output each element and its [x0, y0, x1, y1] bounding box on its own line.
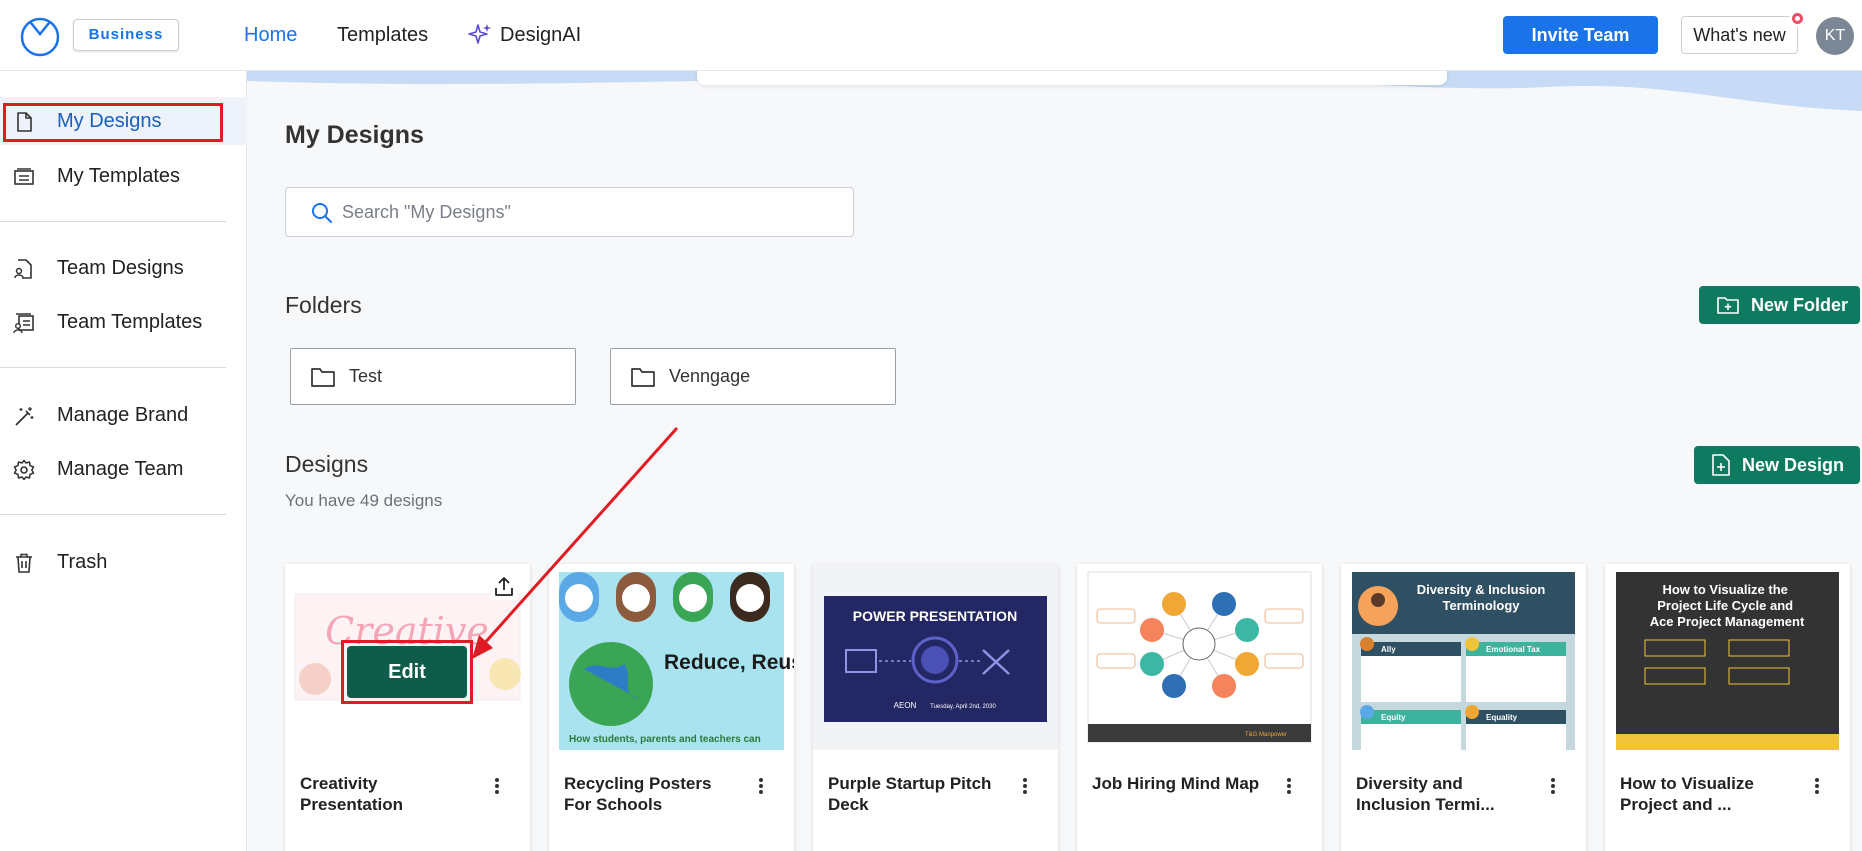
design-card[interactable]: Reduce, Reuse, Recycle! How students, pa…	[549, 564, 794, 851]
folders-heading: Folders	[285, 292, 362, 318]
sidebar-divider	[0, 221, 226, 222]
nav-home[interactable]: Home	[244, 22, 297, 48]
diversity-thumbnail-art: Diversity & Inclusion Terminology Ally Em…	[1352, 572, 1575, 750]
more-options-icon[interactable]	[1020, 777, 1030, 797]
more-options-icon[interactable]	[1284, 777, 1294, 797]
sidebar: My Designs My Templates Team Designs Tea…	[0, 71, 247, 851]
more-options-icon[interactable]	[1812, 777, 1822, 797]
invite-team-button[interactable]: Invite Team	[1503, 16, 1658, 54]
new-design-label: New Design	[1742, 454, 1845, 475]
design-title[interactable]: Recycling Posters For Schools	[564, 773, 734, 815]
more-options-icon[interactable]	[1548, 777, 1558, 797]
file-plus-icon	[1712, 454, 1730, 476]
design-thumbnail[interactable]: T&G Manpower	[1077, 564, 1322, 750]
nav-designai-label: DesignAI	[500, 24, 582, 46]
sidebar-item-label: Trash	[57, 550, 108, 573]
project-thumbnail-art: How to Visualize the Project Life Cycle …	[1616, 572, 1839, 750]
search-input[interactable]	[342, 197, 832, 227]
thumb-diversity-term: Ally	[1381, 645, 1396, 654]
designs-count: You have 49 designs	[285, 491, 443, 510]
more-options-icon[interactable]	[756, 777, 766, 797]
design-title[interactable]: Purple Startup Pitch Deck	[828, 773, 998, 815]
folder-item[interactable]: Venngage	[610, 348, 896, 405]
design-title[interactable]: How to Visualize Project and ...	[1620, 773, 1790, 815]
more-options-icon[interactable]	[492, 777, 502, 797]
thumb-recycle-text: Reduce, Reuse, Recycle!	[664, 651, 794, 674]
notification-dot-icon	[1789, 10, 1806, 27]
template-icon	[14, 168, 34, 185]
folder-plus-icon	[1717, 297, 1739, 314]
folder-name: Venngage	[669, 366, 751, 386]
banner-card	[697, 71, 1447, 85]
plan-badge: Business	[73, 19, 179, 51]
thumb-diversity-term: Emotional Tax	[1486, 645, 1541, 654]
sidebar-item-label: Team Designs	[57, 256, 184, 279]
design-thumbnail[interactable]: How to Visualize the Project Life Cycle …	[1605, 564, 1850, 750]
thumb-diversity-term: Equity	[1381, 713, 1406, 722]
design-card[interactable]: Creative Edit Creativity Presentation	[285, 564, 530, 851]
thumb-diversity-term: Equality	[1486, 713, 1518, 722]
app-logo-icon[interactable]	[18, 14, 62, 58]
design-thumbnail[interactable]: Diversity & Inclusion Terminology Ally Em…	[1341, 564, 1586, 750]
folder-name: Test	[349, 366, 383, 386]
folder-icon	[631, 367, 655, 387]
export-icon[interactable]	[491, 574, 517, 600]
thumb-project-heading: How to Visualize the Project Life Cycle …	[1650, 582, 1805, 629]
sidebar-item-label: Manage Team	[57, 457, 184, 480]
design-card[interactable]: Diversity & Inclusion Terminology Ally Em…	[1341, 564, 1586, 851]
thumb-pitch-footer: AEON	[894, 701, 917, 710]
sidebar-item-team-designs[interactable]: Team Designs	[0, 244, 247, 292]
gear-icon	[13, 459, 35, 481]
design-thumbnail[interactable]: Creative Edit	[285, 564, 530, 750]
sidebar-item-my-templates[interactable]: My Templates	[0, 152, 247, 200]
folder-item[interactable]: Test	[290, 348, 576, 405]
nav-designai[interactable]: DesignAI	[468, 22, 581, 48]
sidebar-item-manage-brand[interactable]: Manage Brand	[0, 391, 247, 439]
design-title[interactable]: Job Hiring Mind Map	[1092, 773, 1262, 794]
main-content: My Designs Folders New Folder Test Venng…	[247, 71, 1862, 851]
sidebar-item-team-templates[interactable]: Team Templates	[0, 298, 247, 346]
sidebar-divider	[0, 514, 226, 515]
recycling-thumbnail-art: Reduce, Reuse, Recycle! How students, pa…	[559, 572, 794, 750]
thumb-pitch-date: Tuesday, April 2nd, 2030	[930, 704, 996, 710]
magic-wand-icon	[15, 407, 34, 426]
team-document-icon	[14, 259, 32, 279]
whats-new-button[interactable]: What's new	[1681, 16, 1798, 54]
top-bar: Business Home Templates DesignAI Invite …	[0, 0, 1862, 71]
user-avatar[interactable]: KT	[1816, 17, 1854, 55]
search-icon	[312, 203, 332, 223]
sidebar-item-trash[interactable]: Trash	[0, 538, 247, 586]
nav-templates[interactable]: Templates	[337, 22, 428, 48]
design-title[interactable]: Diversity and Inclusion Termi...	[1356, 773, 1526, 815]
folder-icon	[311, 367, 335, 387]
sidebar-item-label: My Templates	[57, 164, 181, 187]
thumb-pitch-title: POWER PRESENTATION	[853, 608, 1017, 624]
thumb-recycle-footer: How students, parents and teachers can	[569, 734, 761, 745]
page-title: My Designs	[285, 121, 424, 149]
sidebar-item-label: Team Templates	[57, 310, 203, 333]
designs-heading: Designs	[285, 451, 369, 477]
design-card[interactable]: POWER PRESENTATION AEON Tuesday, April 2…	[813, 564, 1058, 851]
pitch-deck-thumbnail-art: POWER PRESENTATION AEON Tuesday, April 2…	[824, 596, 1047, 722]
sidebar-item-manage-team[interactable]: Manage Team	[0, 445, 247, 493]
design-card[interactable]: T&G Manpower Job Hiring Mind Map	[1077, 564, 1322, 851]
design-thumbnail[interactable]: POWER PRESENTATION AEON Tuesday, April 2…	[813, 564, 1058, 750]
team-template-icon	[13, 313, 34, 334]
design-card[interactable]: How to Visualize the Project Life Cycle …	[1605, 564, 1850, 851]
new-folder-button[interactable]: New Folder	[1699, 286, 1860, 324]
my-designs-highlight	[3, 103, 223, 142]
new-design-button[interactable]: New Design	[1694, 446, 1860, 484]
sparkle-icon	[468, 24, 491, 44]
mind-map-thumbnail-art: T&G Manpower	[1087, 571, 1312, 743]
design-thumbnail[interactable]: Reduce, Reuse, Recycle! How students, pa…	[549, 564, 794, 750]
new-folder-label: New Folder	[1751, 294, 1849, 315]
sidebar-divider	[0, 367, 226, 368]
design-title[interactable]: Creativity Presentation	[300, 773, 470, 815]
sidebar-item-label: Manage Brand	[57, 403, 189, 426]
trash-icon	[16, 553, 32, 573]
thumb-mindmap-footer: T&G Manpower	[1245, 732, 1287, 738]
edit-button-highlight	[341, 640, 473, 704]
search-box[interactable]	[285, 187, 854, 237]
